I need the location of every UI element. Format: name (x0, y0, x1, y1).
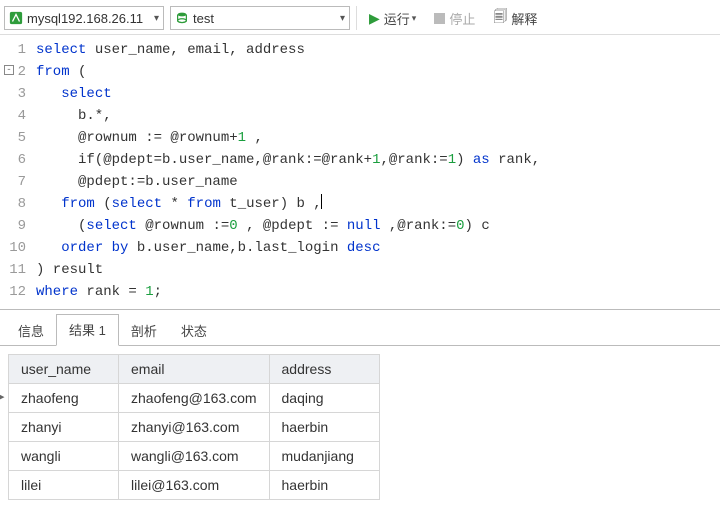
fold-toggle[interactable]: - (4, 65, 14, 75)
table-row[interactable]: zhanyizhanyi@163.comhaerbin (9, 413, 380, 442)
chevron-down-icon: ▾ (340, 13, 345, 24)
line-number: 11 (6, 259, 26, 281)
line-number-gutter: 12-3456789101112 (0, 39, 36, 303)
run-button[interactable]: ▶ 运行 ▾ (363, 7, 422, 30)
table-cell[interactable]: wangli@163.com (119, 442, 270, 471)
code-line[interactable]: select user_name, email, address (36, 39, 540, 61)
code-line[interactable]: from (select * from t_user) b , (36, 193, 540, 215)
code-line[interactable]: order by b.user_name,b.last_login desc (36, 237, 540, 259)
line-number: 12 (6, 281, 26, 303)
table-cell[interactable]: haerbin (269, 471, 379, 500)
stop-icon (434, 13, 445, 24)
text-caret (321, 194, 322, 209)
database-selector[interactable]: test ▾ (170, 6, 350, 30)
database-label: test (193, 11, 214, 26)
line-number: 10 (6, 237, 26, 259)
table-cell[interactable]: mudanjiang (269, 442, 379, 471)
code-line[interactable]: ) result (36, 259, 540, 281)
connection-label: mysql192.168.26.11 (27, 11, 143, 26)
explain-button[interactable]: 🗐 解释 (487, 4, 543, 32)
tab-status[interactable]: 状态 (169, 316, 219, 346)
table-row[interactable]: lileililei@163.comhaerbin (9, 471, 380, 500)
code-line[interactable]: @rownum := @rownum+1 , (36, 127, 540, 149)
table-cell[interactable]: zhanyi (9, 413, 119, 442)
result-table[interactable]: user_nameemailaddress zhaofengzhaofeng@1… (8, 354, 380, 500)
table-cell[interactable]: lilei@163.com (119, 471, 270, 500)
column-header[interactable]: user_name (9, 355, 119, 384)
table-header-row: user_nameemailaddress (9, 355, 380, 384)
table-cell[interactable]: zhaofeng@163.com (119, 384, 270, 413)
table-row[interactable]: wangliwangli@163.commudanjiang (9, 442, 380, 471)
code-line[interactable]: if(@pdept=b.user_name,@rank:=@rank+1,@ra… (36, 149, 540, 171)
table-cell[interactable]: wangli (9, 442, 119, 471)
line-number: 7 (6, 171, 26, 193)
code-line[interactable]: b.*, (36, 105, 540, 127)
line-number: 6 (6, 149, 26, 171)
chevron-down-icon: ▾ (412, 13, 417, 24)
explain-label: 解释 (511, 9, 537, 28)
table-cell[interactable]: haerbin (269, 413, 379, 442)
column-header[interactable]: email (119, 355, 270, 384)
run-label: 运行 (384, 9, 410, 28)
line-number: 3 (6, 83, 26, 105)
table-row[interactable]: zhaofengzhaofeng@163.comdaqing (9, 384, 380, 413)
tab-info[interactable]: 信息 (6, 316, 56, 346)
table-cell[interactable]: zhaofeng (9, 384, 119, 413)
stop-button: 停止 (428, 7, 481, 30)
table-cell[interactable]: zhanyi@163.com (119, 413, 270, 442)
line-number: 8 (6, 193, 26, 215)
table-cell[interactable]: lilei (9, 471, 119, 500)
table-cell[interactable]: daqing (269, 384, 379, 413)
code-line[interactable]: from ( (36, 61, 540, 83)
tab-profile[interactable]: 剖析 (119, 316, 169, 346)
code-line[interactable]: where rank = 1; (36, 281, 540, 303)
line-number: 2- (6, 61, 26, 83)
line-number: 4 (6, 105, 26, 127)
column-header[interactable]: address (269, 355, 379, 384)
explain-icon: 🗐 (493, 6, 507, 30)
tab-results1[interactable]: 结果 1 (56, 314, 119, 346)
results-panel: 信息 结果 1 剖析 状态 user_nameemailaddress zhao… (0, 309, 720, 500)
play-icon: ▶ (369, 10, 380, 27)
sql-editor[interactable]: 12-3456789101112 select user_name, email… (0, 35, 720, 303)
code-line[interactable]: @pdept:=b.user_name (36, 171, 540, 193)
code-line[interactable]: (select @rownum :=0 , @pdept := null ,@r… (36, 215, 540, 237)
divider (356, 6, 357, 30)
line-number: 5 (6, 127, 26, 149)
chevron-down-icon: ▾ (154, 13, 159, 24)
database-icon (175, 11, 189, 25)
connection-selector[interactable]: mysql192.168.26.11 ▾ (4, 6, 164, 30)
stop-label: 停止 (449, 9, 475, 28)
toolbar: mysql192.168.26.11 ▾ test ▾ ▶ 运行 ▾ 停止 🗐 … (0, 0, 720, 35)
code-area[interactable]: select user_name, email, addressfrom ( s… (36, 39, 540, 303)
connection-icon (9, 11, 23, 25)
result-tabs: 信息 结果 1 剖析 状态 (0, 310, 720, 346)
line-number: 1 (6, 39, 26, 61)
line-number: 9 (6, 215, 26, 237)
code-line[interactable]: select (36, 83, 540, 105)
